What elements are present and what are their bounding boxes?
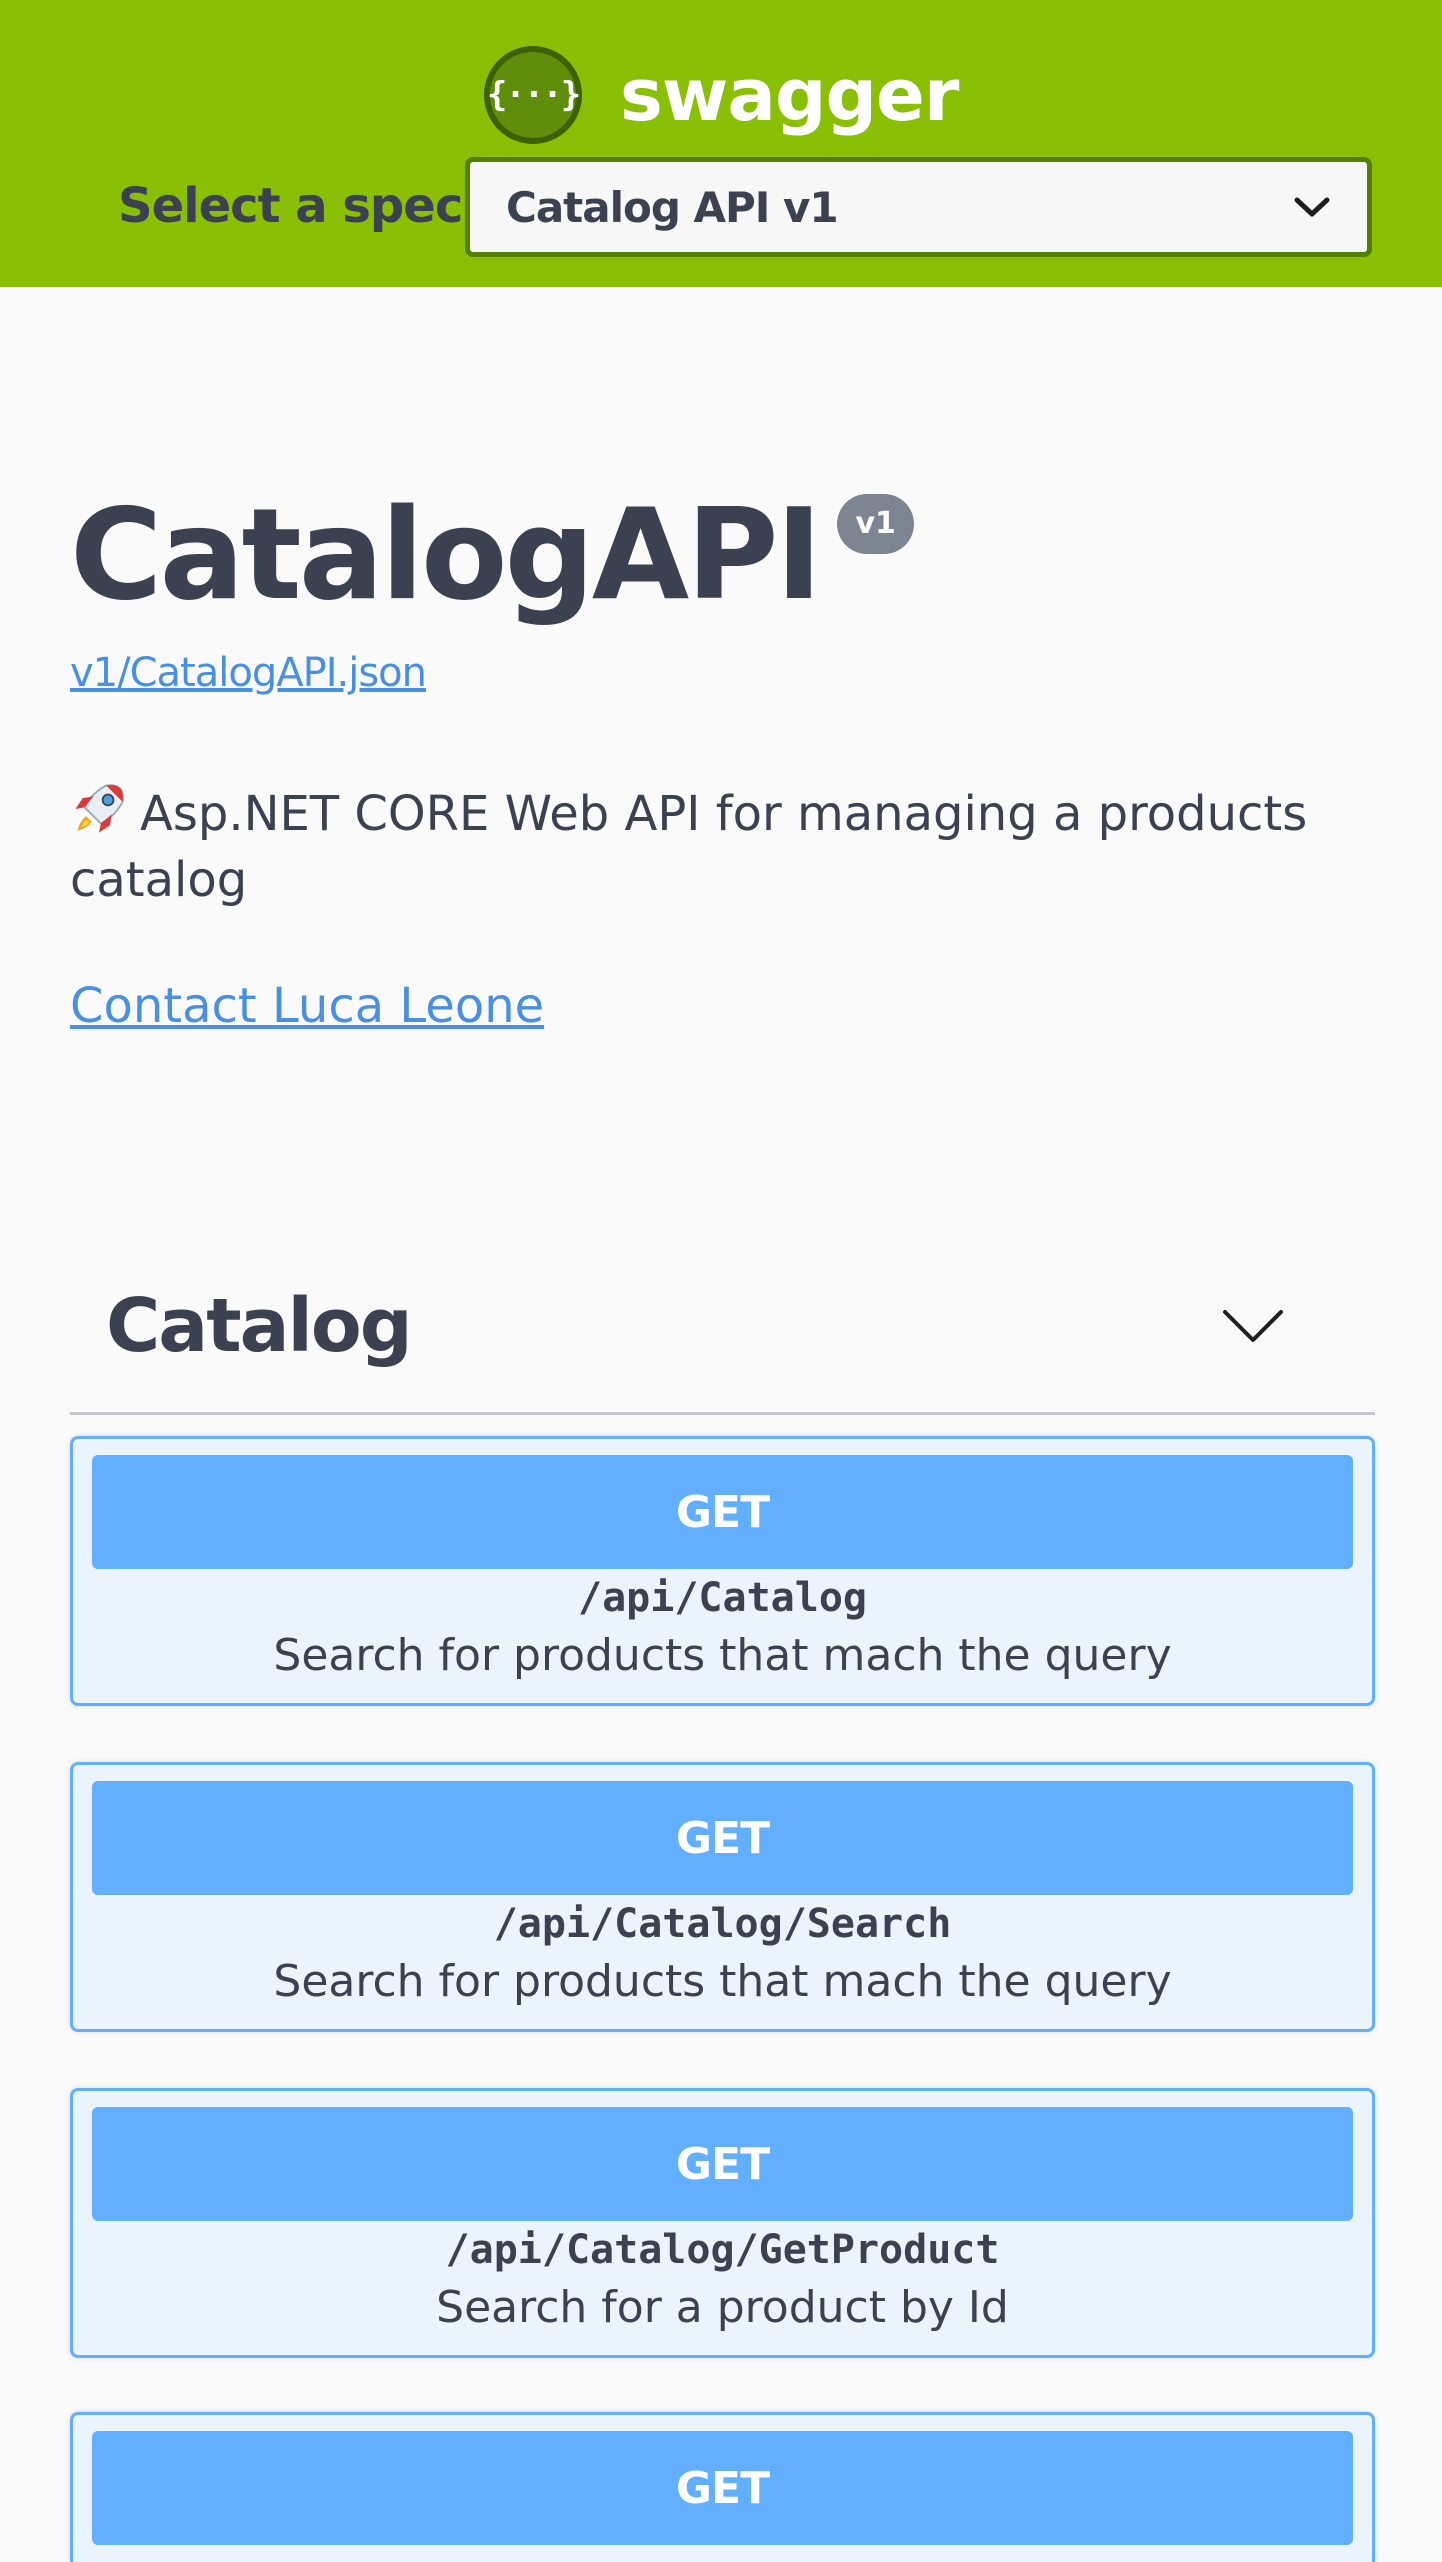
- operation-get-api-catalog[interactable]: GET /api/Catalog Search for products tha…: [70, 1436, 1375, 1706]
- operation-path: /api/Catalog: [578, 1575, 867, 1621]
- operation-path: /api/Catalog/GetProduct: [445, 2227, 1000, 2273]
- method-badge-get[interactable]: GET: [92, 2431, 1353, 2545]
- operation-path: /api/Catalog/Search: [493, 1901, 952, 1947]
- rocket-icon: [75, 784, 124, 833]
- operation-get-api-catalog-getproduct[interactable]: GET /api/Catalog/GetProduct Search for a…: [70, 2088, 1375, 2358]
- operation-summary: Search for a product by Id: [436, 2282, 1009, 2333]
- api-description: Asp.NET CORE Web API for managing a prod…: [70, 780, 1360, 913]
- spec-json-link[interactable]: v1/CatalogAPI.json: [70, 650, 427, 696]
- tag-title: Catalog: [106, 1283, 413, 1369]
- method-badge-get[interactable]: GET: [92, 1781, 1353, 1895]
- description-text: Asp.NET CORE Web API for managing a prod…: [70, 786, 1308, 908]
- operation-summary: Search for products that mach the query: [273, 1956, 1172, 2007]
- swagger-logo-icon: {···}: [484, 46, 582, 144]
- brand-name: swagger: [620, 53, 959, 137]
- swagger-logo-glyph: {···}: [487, 52, 581, 138]
- api-title-row: CatalogAPI v1: [70, 480, 914, 630]
- spec-select-label: Select a spec: [118, 178, 463, 234]
- operation-get-api-catalog-search[interactable]: GET /api/Catalog/Search Search for produ…: [70, 1762, 1375, 2032]
- chevron-down-icon[interactable]: [1221, 1306, 1285, 1346]
- method-badge-get[interactable]: GET: [92, 1455, 1353, 1569]
- operation-get-partial[interactable]: GET: [70, 2412, 1375, 2562]
- topbar: {···} swagger Select a spec Catalog API …: [0, 0, 1442, 287]
- version-badge: v1: [837, 494, 914, 554]
- spec-select[interactable]: Catalog API v1: [465, 157, 1372, 257]
- operation-summary: Search for products that mach the query: [273, 1630, 1172, 1681]
- page-title: CatalogAPI: [70, 481, 822, 628]
- chevron-down-icon: [1294, 197, 1330, 217]
- contact-link[interactable]: Contact Luca Leone: [70, 978, 544, 1034]
- tag-header-catalog[interactable]: Catalog: [70, 1240, 1375, 1415]
- method-badge-get[interactable]: GET: [92, 2107, 1353, 2221]
- spec-select-value: Catalog API v1: [506, 182, 839, 232]
- swagger-brand-link[interactable]: {···} swagger: [484, 44, 959, 146]
